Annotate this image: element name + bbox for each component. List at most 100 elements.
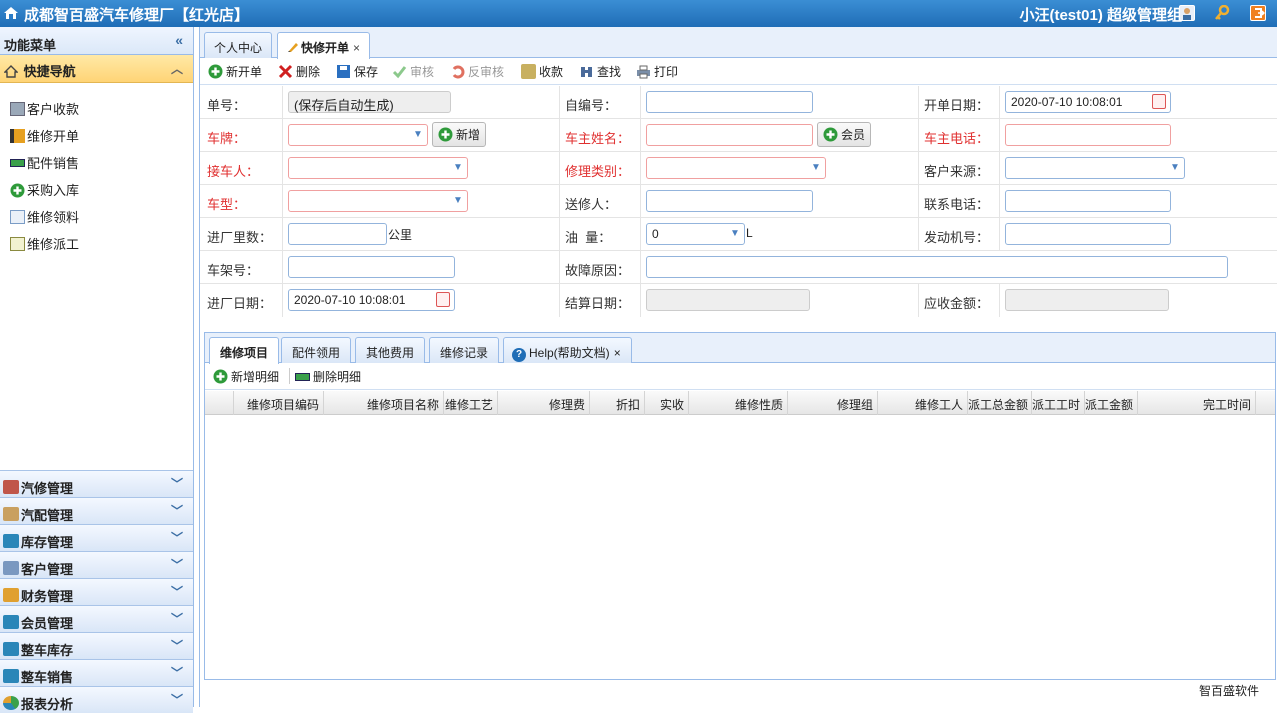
calendar-icon[interactable]: [436, 292, 450, 307]
fault-reason-input[interactable]: [646, 256, 1228, 278]
menu-group-reports[interactable]: 报表分析 ﹀: [0, 686, 193, 713]
model-select[interactable]: ▼: [288, 190, 468, 212]
tab-repair-records[interactable]: 维修记录: [429, 337, 500, 363]
column-header[interactable]: 修理组: [788, 391, 878, 415]
quick-item-purchase-in[interactable]: 采购入库: [0, 174, 190, 201]
repair-type-select[interactable]: ▼: [646, 157, 826, 179]
print-button[interactable]: 打印: [636, 63, 678, 80]
collapse-sidebar-icon[interactable]: «: [175, 32, 183, 48]
column-header[interactable]: 派工总金额: [968, 391, 1032, 415]
menu-group-vehicle-sales[interactable]: 整车销售 ﹀: [0, 659, 193, 686]
chevron-down-icon[interactable]: ﹀: [171, 502, 183, 519]
tab-quick-order[interactable]: 快修开单 ×: [277, 32, 371, 59]
menu-group-repair[interactable]: 汽修管理 ﹀: [0, 470, 193, 497]
menu-group-vehicle-stock[interactable]: 整车库存 ﹀: [0, 632, 193, 659]
tab-help[interactable]: ? Help(帮助文档) ×: [503, 337, 632, 363]
tab-label: Help(帮助文档): [529, 346, 610, 360]
column-header[interactable]: 修理费: [498, 391, 590, 415]
quick-item-label: 维修开单: [27, 129, 80, 144]
member-button[interactable]: 会员: [817, 122, 872, 147]
new-order-button[interactable]: 新开单: [208, 63, 262, 80]
page-tabs: 个人中心 快修开单 ×: [200, 27, 1277, 59]
chevron-down-icon[interactable]: ﹀: [171, 583, 183, 600]
column-header[interactable]: 派工工时: [1032, 391, 1085, 415]
close-tab-icon[interactable]: ×: [353, 41, 360, 55]
contact-phone-input[interactable]: [1005, 190, 1171, 212]
chevron-down-icon[interactable]: ﹀: [171, 664, 183, 681]
add-vehicle-button[interactable]: 新增: [432, 122, 487, 147]
owner-name-input[interactable]: [646, 124, 813, 146]
form-row: 车型： ▼ 送修人： 联系电话：: [200, 185, 1277, 218]
find-button[interactable]: 查找: [579, 63, 621, 80]
unaudit-button[interactable]: 反审核: [450, 63, 504, 80]
app-header: 成都智百盛汽车修理厂【红光店】 小汪(test01) 超级管理组: [0, 0, 1277, 27]
quick-item-parts-sales[interactable]: 配件销售: [0, 147, 190, 174]
column-header[interactable]: 折扣: [590, 391, 645, 415]
self-no-input[interactable]: [646, 91, 813, 113]
quick-item-dispatch[interactable]: 维修派工: [0, 228, 190, 255]
mileage-unit: 公里: [388, 228, 413, 242]
column-header[interactable]: 维修工艺: [444, 391, 498, 415]
delete-button[interactable]: 删除: [278, 63, 320, 80]
key-icon[interactable]: [1214, 4, 1230, 21]
sidebar-menu-header: 功能菜单 «: [0, 27, 193, 55]
column-header[interactable]: 维修性质: [689, 391, 788, 415]
column-header[interactable]: 派工金额: [1085, 391, 1138, 415]
chevron-down-icon[interactable]: ﹀: [171, 691, 183, 708]
chevron-down-icon[interactable]: ﹀: [171, 556, 183, 573]
customer-source-select[interactable]: ▼: [1005, 157, 1185, 179]
chevron-up-icon[interactable]: ︿: [171, 60, 183, 77]
menu-group-inventory[interactable]: 库存管理 ﹀: [0, 524, 193, 551]
column-header[interactable]: 维修项目编码: [234, 391, 324, 415]
menu-group-parts[interactable]: 汽配管理 ﹀: [0, 497, 193, 524]
audit-button[interactable]: 审核: [392, 63, 434, 80]
chevron-down-icon[interactable]: ﹀: [171, 475, 183, 492]
owner-phone-input[interactable]: [1005, 124, 1171, 146]
tab-repair-items[interactable]: 维修项目: [209, 337, 280, 364]
engine-no-input[interactable]: [1005, 223, 1171, 245]
sidebar-menu-title: 功能菜单: [4, 38, 57, 53]
open-date-value: 2020-07-10 10:08:01: [1011, 95, 1123, 109]
oil-select[interactable]: 0 ▼: [646, 223, 745, 245]
receiver-select[interactable]: ▼: [288, 157, 468, 179]
sender-input[interactable]: [646, 190, 813, 212]
add-detail-button[interactable]: 新增明细: [213, 368, 279, 385]
tab-label: 个人中心: [214, 41, 263, 55]
quick-item-repair-order[interactable]: 维修开单: [0, 120, 190, 147]
menu-group-member[interactable]: 会员管理 ﹀: [0, 605, 193, 632]
column-header[interactable]: 实收: [645, 391, 689, 415]
box-icon: [3, 507, 19, 521]
tab-parts-usage[interactable]: 配件领用: [281, 337, 352, 363]
entry-date-input[interactable]: 2020-07-10 10:08:01: [288, 289, 455, 311]
user-profile-icon[interactable]: [1179, 5, 1195, 21]
quick-nav-header[interactable]: 快捷导航 ︿: [0, 55, 193, 83]
tab-other-fees[interactable]: 其他费用: [355, 337, 426, 363]
quick-item-customer-payment[interactable]: 客户收款: [0, 93, 190, 120]
tab-personal-center[interactable]: 个人中心: [204, 32, 273, 58]
chevron-down-icon[interactable]: ﹀: [171, 637, 183, 654]
column-header[interactable]: 维修工人: [878, 391, 968, 415]
plus-icon: [10, 183, 25, 197]
column-header[interactable]: 维修项目名称: [324, 391, 444, 415]
entry-date-label: 进厂日期：: [207, 296, 273, 311]
save-button[interactable]: 保存: [336, 63, 378, 80]
chevron-down-icon[interactable]: ﹀: [171, 610, 183, 627]
remove-detail-button[interactable]: 删除明细: [295, 368, 361, 385]
menu-group-finance[interactable]: 财务管理 ﹀: [0, 578, 193, 605]
collect-payment-button[interactable]: 收款: [521, 63, 563, 80]
menu-group-customer[interactable]: 客户管理 ﹀: [0, 551, 193, 578]
logout-icon[interactable]: [1250, 5, 1266, 21]
mileage-input[interactable]: [288, 223, 387, 245]
close-tab-icon[interactable]: ×: [614, 346, 621, 360]
chevron-down-icon[interactable]: ﹀: [171, 529, 183, 546]
open-date-input[interactable]: 2020-07-10 10:08:01: [1005, 91, 1171, 113]
form-row: 车牌： ▼ 新增 车主姓名： 会员 车主电话：: [200, 119, 1277, 152]
calendar-icon[interactable]: [1152, 94, 1166, 109]
quick-item-parts-picking[interactable]: 维修领料: [0, 201, 190, 228]
column-header[interactable]: 完工时间: [1138, 391, 1256, 415]
vin-input[interactable]: [288, 256, 455, 278]
pie-chart-icon: [3, 696, 19, 710]
sender-label: 送修人：: [565, 197, 618, 212]
plate-select[interactable]: ▼: [288, 124, 428, 146]
form-row: 接车人： ▼ 修理类别： ▼ 客户来源： ▼: [200, 152, 1277, 185]
